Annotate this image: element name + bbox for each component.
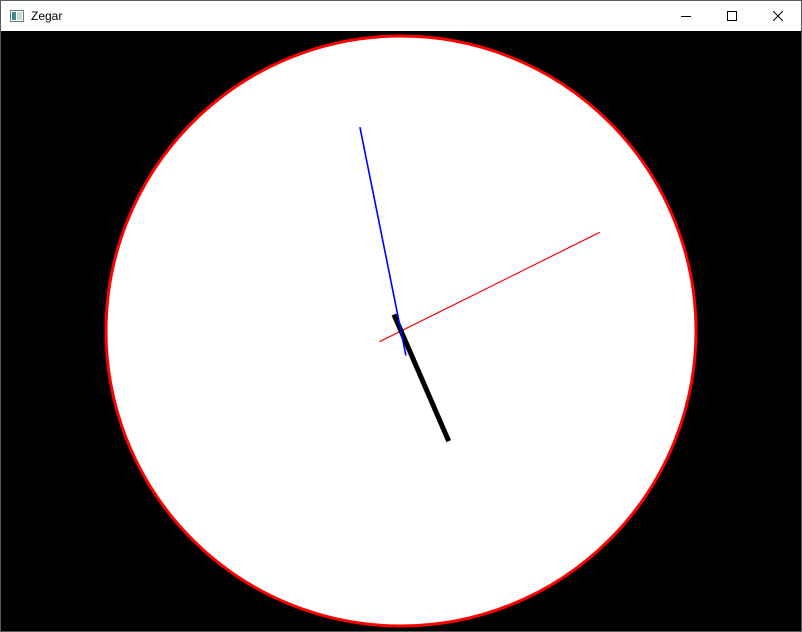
clock-face-svg xyxy=(104,34,698,628)
window-app-icon[interactable] xyxy=(9,8,25,24)
clock-window: Zegar xyxy=(0,0,802,632)
minimize-button[interactable] xyxy=(663,1,709,31)
title-bar[interactable]: Zegar xyxy=(1,1,801,31)
close-icon xyxy=(773,11,783,21)
caption-buttons xyxy=(663,1,801,31)
maximize-icon xyxy=(727,11,737,21)
window-title: Zegar xyxy=(31,9,63,23)
close-button[interactable] xyxy=(755,1,801,31)
clock-canvas xyxy=(1,31,801,631)
minimize-icon xyxy=(681,16,691,17)
maximize-button[interactable] xyxy=(709,1,755,31)
